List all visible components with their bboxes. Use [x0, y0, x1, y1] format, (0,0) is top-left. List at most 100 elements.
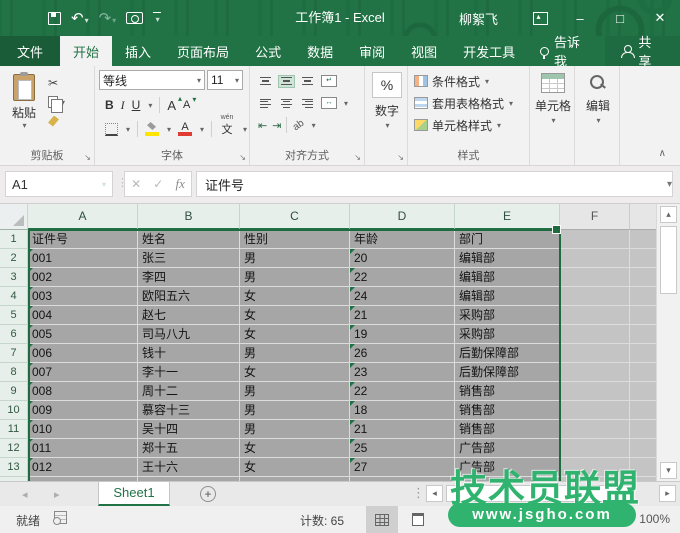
- cell[interactable]: 006: [28, 344, 138, 363]
- macro-record-icon[interactable]: [54, 511, 67, 524]
- add-sheet-button[interactable]: +: [200, 486, 216, 502]
- align-middle-button[interactable]: [279, 76, 294, 87]
- cell[interactable]: [630, 325, 658, 344]
- tab-0[interactable]: 开始: [60, 36, 112, 66]
- cell[interactable]: 男: [240, 382, 350, 401]
- percent-style-button[interactable]: %: [372, 72, 402, 98]
- phonetic-guide-icon[interactable]: wén文: [219, 121, 235, 137]
- share-button[interactable]: 共享: [605, 36, 680, 66]
- cell[interactable]: [560, 420, 630, 439]
- cells-icon[interactable]: [541, 73, 565, 93]
- copy-button[interactable]: ▾: [48, 95, 65, 109]
- cell[interactable]: 005: [28, 325, 138, 344]
- row-header-13[interactable]: 13: [0, 458, 28, 477]
- tell-me-box[interactable]: 告诉我: [528, 36, 604, 66]
- cell[interactable]: 002: [28, 268, 138, 287]
- scroll-left-icon[interactable]: ◂: [426, 485, 443, 502]
- cell[interactable]: [630, 230, 658, 249]
- cell[interactable]: 证件号: [28, 230, 138, 249]
- cell[interactable]: 男: [240, 420, 350, 439]
- cell[interactable]: 郑十五: [138, 439, 240, 458]
- cell[interactable]: 男: [240, 249, 350, 268]
- row-header-2[interactable]: 2: [0, 249, 28, 268]
- cell[interactable]: 22: [350, 382, 455, 401]
- tab-3[interactable]: 公式: [242, 36, 294, 66]
- cell[interactable]: 011: [28, 439, 138, 458]
- column-header-F[interactable]: F: [560, 204, 630, 230]
- cell[interactable]: 吴十四: [138, 420, 240, 439]
- cell[interactable]: 22: [350, 268, 455, 287]
- cell[interactable]: [630, 420, 658, 439]
- cell[interactable]: [630, 363, 658, 382]
- cell[interactable]: [560, 401, 630, 420]
- paste-button[interactable]: 粘贴 ▾: [4, 70, 44, 147]
- cell[interactable]: [560, 249, 630, 268]
- row-header-11[interactable]: 11: [0, 420, 28, 439]
- minimize-button[interactable]: –: [560, 0, 600, 36]
- column-header-C[interactable]: C: [240, 204, 350, 230]
- cell[interactable]: 编辑部: [455, 268, 560, 287]
- alignment-dialog-launcher[interactable]: ↘: [354, 153, 361, 162]
- enter-icon[interactable]: ✓: [153, 177, 163, 191]
- cell[interactable]: 后勤保障部: [455, 363, 560, 382]
- row-header-8[interactable]: 8: [0, 363, 28, 382]
- tab-file[interactable]: 文件: [0, 36, 60, 66]
- cell[interactable]: 女: [240, 439, 350, 458]
- align-left-button[interactable]: [258, 98, 273, 109]
- fill-handle[interactable]: [552, 225, 561, 234]
- cell[interactable]: 21: [350, 420, 455, 439]
- cell[interactable]: [560, 230, 630, 249]
- increase-indent-button[interactable]: ⇥: [272, 119, 280, 132]
- decrease-indent-button[interactable]: ⇤: [258, 119, 266, 132]
- scroll-up-icon[interactable]: ▴: [660, 206, 677, 223]
- ribbon-display-options-button[interactable]: [520, 0, 560, 36]
- style-button-2[interactable]: 单元格样式▾: [414, 114, 527, 136]
- column-header-A[interactable]: A: [28, 204, 138, 230]
- cell[interactable]: 001: [28, 249, 138, 268]
- cell[interactable]: 27: [350, 458, 455, 477]
- cell[interactable]: 销售部: [455, 401, 560, 420]
- maximize-button[interactable]: □: [600, 0, 640, 36]
- row-header-12[interactable]: 12: [0, 439, 28, 458]
- cell[interactable]: 周十二: [138, 382, 240, 401]
- increase-font-button[interactable]: A▴: [167, 98, 176, 113]
- orientation-icon[interactable]: ab: [291, 117, 306, 132]
- cell[interactable]: 年龄: [350, 230, 455, 249]
- sheet-tab-sheet1[interactable]: Sheet1: [98, 482, 170, 506]
- align-center-button[interactable]: [279, 98, 294, 109]
- cell[interactable]: 004: [28, 306, 138, 325]
- cell[interactable]: 20: [350, 249, 455, 268]
- row-header-5[interactable]: 5: [0, 306, 28, 325]
- decrease-font-button[interactable]: A▾: [183, 99, 190, 111]
- cell[interactable]: [630, 306, 658, 325]
- cell[interactable]: [560, 344, 630, 363]
- row-header-1[interactable]: 1: [0, 230, 28, 249]
- cell[interactable]: [630, 439, 658, 458]
- cell[interactable]: 销售部: [455, 382, 560, 401]
- cell[interactable]: 销售部: [455, 420, 560, 439]
- cell[interactable]: 欧阳五六: [138, 287, 240, 306]
- row-header-7[interactable]: 7: [0, 344, 28, 363]
- cell[interactable]: 慕容十三: [138, 401, 240, 420]
- cell[interactable]: 李十一: [138, 363, 240, 382]
- cell[interactable]: 21: [350, 306, 455, 325]
- cell[interactable]: 姓名: [138, 230, 240, 249]
- column-header-D[interactable]: D: [350, 204, 455, 230]
- column-header-B[interactable]: B: [138, 204, 240, 230]
- select-all-corner[interactable]: [0, 204, 28, 230]
- normal-view-button[interactable]: [366, 506, 398, 533]
- cell[interactable]: 009: [28, 401, 138, 420]
- cell[interactable]: 女: [240, 458, 350, 477]
- format-painter-button[interactable]: [48, 114, 65, 128]
- merge-center-icon[interactable]: [321, 97, 337, 109]
- cell[interactable]: 24: [350, 287, 455, 306]
- formula-input[interactable]: 证件号: [196, 171, 673, 197]
- cell[interactable]: 女: [240, 325, 350, 344]
- tab-6[interactable]: 视图: [398, 36, 450, 66]
- insert-function-icon[interactable]: fx: [176, 176, 185, 192]
- next-sheet-icon[interactable]: ▸: [54, 488, 60, 501]
- column-header-E[interactable]: E: [455, 204, 560, 230]
- cell[interactable]: 26: [350, 344, 455, 363]
- font-color-icon[interactable]: A: [178, 122, 192, 136]
- style-button-0[interactable]: 条件格式▾: [414, 70, 527, 92]
